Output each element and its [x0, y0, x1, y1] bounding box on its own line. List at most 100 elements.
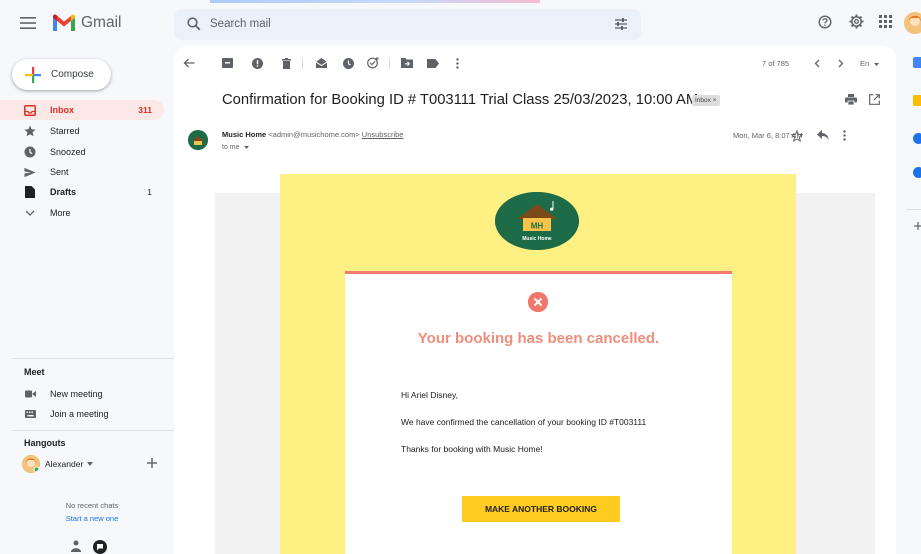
sidebar-item-more[interactable]: More: [0, 203, 164, 223]
label-button[interactable]: [426, 57, 440, 69]
chevron-left-icon: [814, 59, 820, 67]
tasks-icon[interactable]: [913, 133, 921, 144]
search-bar[interactable]: Search mail: [174, 9, 641, 40]
inbox-icon: [24, 104, 36, 116]
sidebar-item-label: Starred: [50, 126, 80, 136]
newer-button[interactable]: [810, 57, 824, 69]
hangouts-avatar: [22, 455, 40, 473]
mark-unread-button[interactable]: [314, 57, 328, 69]
sidebar-item-inbox[interactable]: Inbox 311: [0, 100, 164, 120]
clock-icon: [24, 146, 36, 158]
email-body: MH Music Home Your booking has been canc…: [280, 174, 796, 554]
music-home-logo-icon: [188, 130, 208, 150]
print-button[interactable]: [845, 94, 857, 105]
meet-heading: Meet: [24, 367, 45, 377]
help-button[interactable]: [818, 15, 832, 29]
compose-button[interactable]: Compose: [12, 59, 111, 90]
archive-button[interactable]: [220, 57, 234, 69]
sidebar-item-sent[interactable]: Sent: [0, 162, 164, 182]
move-to-button[interactable]: [400, 57, 414, 69]
back-button[interactable]: [182, 57, 196, 69]
calendar-icon[interactable]: [913, 57, 921, 68]
top-bar: Gmail Search mail: [0, 0, 921, 46]
snooze-button[interactable]: [341, 57, 355, 69]
input-tools-button[interactable]: En: [860, 59, 880, 68]
arrow-left-icon: [183, 58, 195, 68]
sender-name[interactable]: Music Home: [222, 130, 266, 139]
join-meeting-link[interactable]: Join a meeting: [24, 406, 109, 422]
google-apps-button[interactable]: [879, 15, 892, 28]
star-outline-icon: [791, 130, 803, 142]
decorative-stripe: [210, 0, 540, 3]
report-spam-button[interactable]: [250, 57, 264, 69]
sidebar-item-label: Sent: [50, 167, 69, 177]
new-meeting-link[interactable]: New meeting: [24, 386, 103, 402]
more-vertical-icon: [455, 57, 459, 69]
reply-button[interactable]: [817, 130, 829, 140]
open-new-window-button[interactable]: [869, 94, 880, 105]
gmail-logo[interactable]: Gmail: [52, 12, 121, 34]
sender-address: <admin@musichome.com>: [268, 130, 360, 139]
hangouts-user-switcher[interactable]: Alexander: [22, 455, 94, 473]
search-options-icon[interactable]: [614, 17, 628, 31]
new-meeting-label: New meeting: [50, 389, 103, 399]
star-button[interactable]: [791, 130, 803, 142]
add-task-icon: [367, 57, 379, 69]
logo-initials: MH: [531, 222, 544, 231]
sender-line: Music Home <admin@musichome.com> Unsubsc…: [222, 130, 403, 139]
contacts-tab[interactable]: [71, 540, 81, 552]
conversations-tab[interactable]: [93, 540, 107, 554]
keep-icon[interactable]: [913, 95, 921, 106]
make-another-booking-button[interactable]: MAKE ANOTHER BOOKING: [462, 496, 620, 522]
chat-bubble-icon: [93, 540, 107, 554]
sidebar-item-snoozed[interactable]: Snoozed: [0, 142, 164, 162]
side-panel-rail: [896, 46, 921, 554]
chevron-down-icon: [24, 207, 36, 219]
sender-avatar[interactable]: [188, 130, 208, 150]
send-icon: [24, 166, 36, 178]
thanks-message: Thanks for booking with Music Home!: [401, 444, 543, 454]
cancellation-card: Your booking has been cancelled. Hi Arie…: [345, 271, 732, 554]
greeting-text: Hi Ariel Disney,: [401, 390, 458, 400]
start-new-chat-link[interactable]: Start a new one: [0, 514, 184, 523]
caret-down-icon: [874, 62, 880, 66]
keyboard-icon: [24, 410, 36, 418]
sidebar-divider: [12, 430, 174, 431]
app-name: Gmail: [81, 14, 122, 31]
inbox-label-chip[interactable]: Inbox ×: [692, 95, 720, 106]
delete-button[interactable]: [279, 57, 293, 69]
settings-button[interactable]: [849, 14, 864, 29]
unsubscribe-link[interactable]: Unsubscribe: [362, 130, 404, 139]
add-chat-button[interactable]: [147, 458, 157, 468]
add-task-button[interactable]: [366, 57, 380, 69]
older-button[interactable]: [834, 57, 848, 69]
plus-icon: [147, 458, 157, 468]
rail-divider: [906, 209, 921, 210]
trash-icon: [281, 57, 291, 69]
folder-move-icon: [401, 58, 413, 68]
person-icon: [71, 540, 81, 552]
language-label: En: [860, 59, 870, 68]
message-view: 7 of 785 En Confirmation for Booking ID …: [174, 46, 896, 554]
printer-icon: [845, 94, 857, 105]
recipients-toggle[interactable]: to me: [222, 144, 250, 151]
compose-plus-icon: [25, 66, 41, 83]
join-meeting-label: Join a meeting: [50, 409, 109, 419]
caret-down-icon: [244, 145, 250, 149]
compose-label: Compose: [51, 69, 94, 80]
contacts-icon[interactable]: [913, 167, 921, 178]
recipients-text: to me: [222, 144, 240, 151]
no-chats-text: No recent chats: [65, 501, 119, 510]
clock-icon: [342, 57, 354, 69]
message-more-button[interactable]: [843, 130, 846, 141]
account-avatar[interactable]: [904, 12, 921, 34]
search-icon[interactable]: [187, 17, 201, 31]
music-home-house-icon: MH Music Home: [495, 192, 579, 250]
more-actions-button[interactable]: [450, 57, 464, 69]
sidebar-item-starred[interactable]: Starred: [0, 121, 164, 141]
avatar-icon: [904, 12, 921, 34]
main-menu-button[interactable]: [18, 13, 38, 33]
get-addons-button[interactable]: [914, 222, 921, 230]
search-input[interactable]: Search mail: [210, 18, 271, 30]
sidebar-item-drafts[interactable]: Drafts 1: [0, 182, 164, 202]
